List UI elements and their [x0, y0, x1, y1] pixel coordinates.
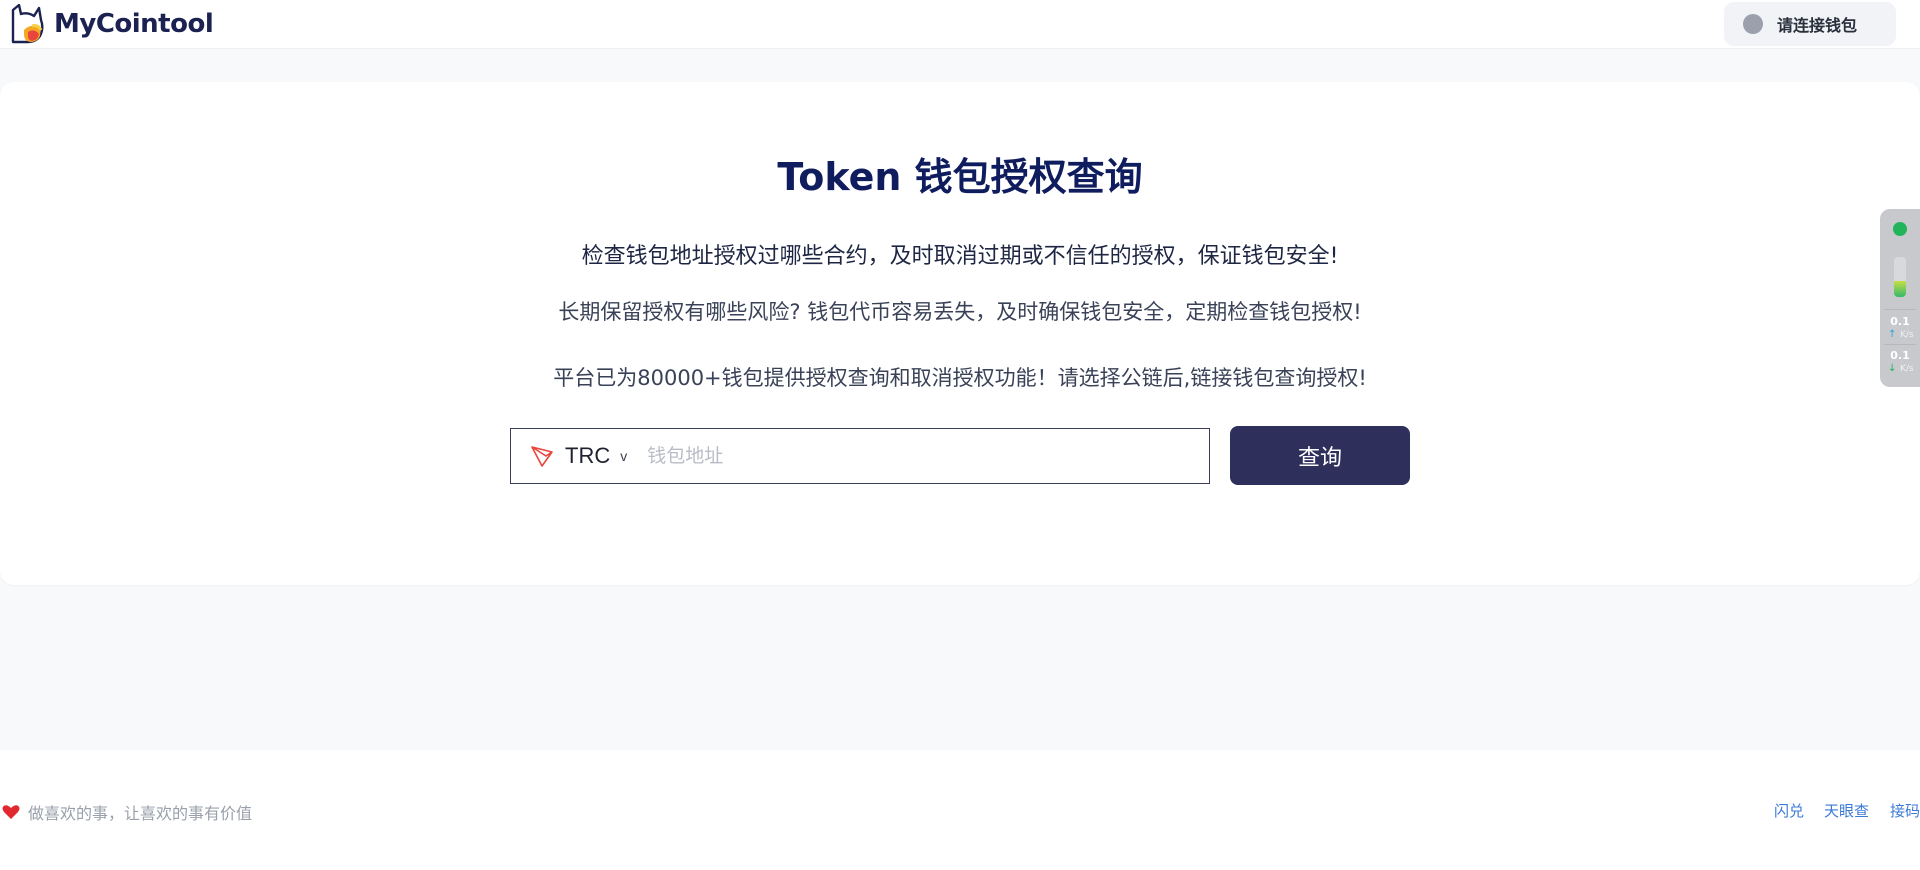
connect-wallet-label: 请连接钱包 — [1777, 18, 1858, 35]
status-dot-icon — [1893, 222, 1907, 236]
page-title: Token 钱包授权查询 — [777, 155, 1143, 199]
widget-divider — [1884, 309, 1916, 310]
chain-select-value: TRC — [565, 443, 611, 468]
widget-divider — [1884, 344, 1916, 345]
intro-line-3: 平台已为80000+钱包提供授权查询和取消授权功能！请选择公链后,链接钱包查询授… — [553, 366, 1367, 390]
upload-speed-value: 0.1 — [1890, 315, 1910, 328]
intro-line-1: 检查钱包地址授权过哪些合约，及时取消过期或不信任的授权，保证钱包安全! — [581, 244, 1339, 269]
upload-arrow-icon: ↑ — [1888, 329, 1897, 340]
wallet-address-input[interactable] — [645, 435, 1209, 477]
page-footer: 做喜欢的事，让喜欢的事有价值 闪兑 天眼查 接码 — [0, 750, 1920, 870]
download-arrow-icon: ↓ — [1888, 363, 1897, 374]
brand-logo[interactable]: MyCointool — [10, 4, 214, 44]
connect-wallet-button[interactable]: 请连接钱包 — [1724, 2, 1896, 46]
download-speed-unit: K/s — [1900, 364, 1914, 374]
chain-select[interactable]: TRC v — [529, 443, 627, 469]
network-level-bar — [1894, 257, 1906, 297]
footer-link-sms[interactable]: 接码 — [1890, 800, 1920, 821]
fox-logo-icon — [11, 4, 44, 44]
query-button[interactable]: 查询 — [1230, 426, 1410, 485]
chevron-down-icon: v — [620, 448, 628, 464]
slogan-text: 做喜欢的事，让喜欢的事有价值 — [28, 804, 253, 823]
footer-slogan: 做喜欢的事，让喜欢的事有价值 — [0, 800, 252, 824]
heart-icon — [2, 805, 20, 819]
wallet-status-icon — [1743, 14, 1763, 34]
search-box: TRC v — [510, 428, 1210, 484]
network-level-fill — [1894, 281, 1906, 297]
upload-speed-unit: K/s — [1900, 330, 1914, 340]
download-speed-value: 0.1 — [1890, 349, 1910, 362]
footer-link-tianyancha[interactable]: 天眼查 — [1824, 800, 1869, 821]
network-speed-widget[interactable]: 0.1 ↑ K/s 0.1 ↓ K/s — [1880, 209, 1920, 387]
top-header: MyCointool 请连接钱包 — [0, 0, 1920, 49]
intro-line-2: 长期保留授权有哪些风险? 钱包代币容易丢失，及时确保钱包安全，定期检查钱包授权! — [558, 300, 1362, 324]
brand-name: MyCointool — [54, 9, 214, 39]
tron-icon — [531, 446, 553, 467]
footer-link-swap[interactable]: 闪兑 — [1774, 800, 1804, 821]
